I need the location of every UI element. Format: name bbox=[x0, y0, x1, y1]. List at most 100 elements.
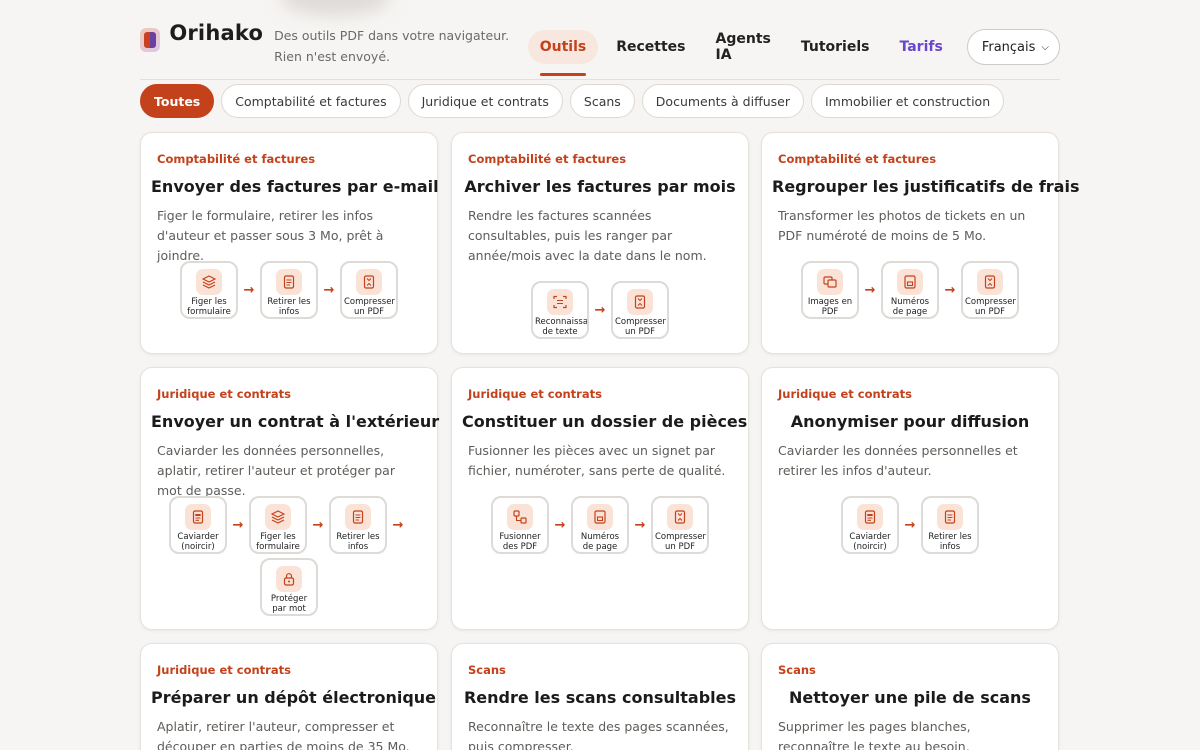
recipe-card[interactable]: Juridique et contrats Envoyer un contrat … bbox=[140, 367, 440, 630]
card-description: Transformer les photos de tickets en un … bbox=[778, 208, 1026, 243]
language-value: Français bbox=[981, 39, 1036, 55]
main-nav: Outils Recettes Agents IA Tutoriels Tari… bbox=[527, 22, 1060, 76]
tool-step-label: Compresser un PDF bbox=[965, 297, 1016, 317]
recipe-card[interactable]: Scans Nettoyer une pile de scans Supprimer… bbox=[761, 643, 1059, 750]
tool-step-label: Compresser un PDF bbox=[344, 297, 395, 317]
page-number-icon bbox=[897, 269, 923, 295]
chevron-down-icon: ⌵ bbox=[1041, 41, 1049, 53]
nav-agents-ia[interactable]: Agents IA bbox=[704, 22, 783, 72]
tool-step[interactable]: Retirer les infos bbox=[921, 496, 979, 554]
filter-chip-immobilier[interactable]: Immobilier et construction bbox=[810, 84, 1005, 118]
card-description: Caviarder les données personnelles, apla… bbox=[157, 443, 395, 498]
tool-step[interactable]: Compresser un PDF bbox=[611, 281, 669, 339]
tool-step[interactable]: Protéger par mot bbox=[260, 558, 318, 616]
card-title: Nettoyer une pile de scans bbox=[789, 688, 1031, 707]
filter-chip-comptabilite[interactable]: Comptabilité et factures bbox=[221, 84, 401, 118]
tool-step[interactable]: Retirer les infos bbox=[329, 496, 387, 554]
arrow-right-icon: → bbox=[323, 282, 335, 298]
arrow-right-icon: → bbox=[392, 517, 404, 533]
nav-outils[interactable]: Outils bbox=[527, 30, 599, 76]
tool-step[interactable]: Reconnaissance de texte bbox=[531, 281, 589, 339]
language-select[interactable]: Français ⌵ bbox=[966, 29, 1060, 65]
arrow-right-icon: → bbox=[944, 282, 956, 298]
card-title: Envoyer un contrat à l'extérieur bbox=[151, 412, 440, 431]
tool-flow: Images en PDF → Numéros de page → Compresser… bbox=[776, 261, 1044, 319]
tool-step-label: Compresser un PDF bbox=[655, 532, 706, 552]
card-title: Préparer un dépôt électronique bbox=[151, 688, 437, 707]
redact-icon bbox=[185, 504, 211, 530]
card-category: Comptabilité et factures bbox=[157, 152, 316, 166]
recipe-card[interactable]: Scans Rendre les scans consultables Reconn… bbox=[451, 643, 749, 750]
tool-step[interactable]: Fusionner des PDF bbox=[491, 496, 549, 554]
card-category: Juridique et contrats bbox=[778, 387, 912, 401]
card-title: Envoyer des factures par e-mail bbox=[151, 177, 439, 196]
card-title: Constituer un dossier de pièces bbox=[462, 412, 748, 431]
tool-flow: Fusionner des PDF → Numéros de page → Compre… bbox=[466, 496, 734, 554]
tool-step[interactable]: Compresser un PDF bbox=[961, 261, 1019, 319]
tool-step-label: Numéros de page bbox=[580, 532, 620, 552]
header-divider bbox=[140, 79, 1060, 80]
card-description: Fusionner les pièces avec un signet par … bbox=[468, 443, 726, 478]
tool-step-label: Caviarder (noircir) bbox=[177, 532, 219, 552]
document-icon bbox=[937, 504, 963, 530]
recipe-card[interactable]: Juridique et contrats Préparer un dépôt é… bbox=[140, 643, 438, 750]
tool-step-label: Reconnaissance de texte bbox=[535, 317, 589, 337]
tool-step[interactable]: Caviarder (noircir) bbox=[841, 496, 899, 554]
tool-step[interactable]: Numéros de page bbox=[881, 261, 939, 319]
recipe-card[interactable]: Juridique et contrats Constituer un dossi… bbox=[451, 367, 749, 630]
recipe-card[interactable]: Comptabilité et factures Archiver les fac… bbox=[451, 132, 749, 354]
tool-step[interactable]: Caviarder (noircir) bbox=[169, 496, 227, 554]
tool-flow: Reconnaissance de texte → Compresser un PD… bbox=[466, 281, 734, 339]
nav-tarifs[interactable]: Tarifs bbox=[887, 30, 954, 64]
site-header: Orihako Des outils PDF dans votre naviga… bbox=[140, 18, 1060, 80]
arrow-right-icon: → bbox=[554, 517, 566, 533]
tool-flow: Figer les formulaire → Retirer les infos → C… bbox=[155, 261, 423, 319]
layers-icon bbox=[196, 269, 222, 295]
tool-step[interactable]: Compresser un PDF bbox=[340, 261, 398, 319]
tool-step[interactable]: Retirer les infos bbox=[260, 261, 318, 319]
arrow-right-icon: → bbox=[312, 517, 324, 533]
tool-step-label: Retirer les infos bbox=[336, 532, 380, 552]
tool-flow: Caviarder (noircir) → Retirer les infos bbox=[776, 496, 1044, 554]
tool-flow: Caviarder (noircir) → Figer les formulaire… bbox=[155, 496, 423, 616]
filter-chip-toutes[interactable]: Toutes bbox=[140, 84, 215, 118]
layers-icon bbox=[265, 504, 291, 530]
redact-icon bbox=[857, 504, 883, 530]
tool-step[interactable]: Compresser un PDF bbox=[651, 496, 709, 554]
nav-tutoriels[interactable]: Tutoriels bbox=[789, 30, 882, 64]
tool-step[interactable]: Figer les formulaire bbox=[180, 261, 238, 319]
document-icon bbox=[276, 269, 302, 295]
brand-name[interactable]: Orihako bbox=[169, 21, 263, 45]
card-category: Scans bbox=[468, 663, 506, 677]
filter-chip-scans[interactable]: Scans bbox=[569, 84, 635, 118]
card-category: Juridique et contrats bbox=[157, 387, 291, 401]
tool-step-label: Retirer les infos bbox=[267, 297, 311, 317]
tool-step[interactable]: Numéros de page bbox=[571, 496, 629, 554]
recipe-card[interactable]: Comptabilité et factures Regrouper les ju… bbox=[761, 132, 1080, 354]
card-category: Comptabilité et factures bbox=[468, 152, 627, 166]
arrow-right-icon: → bbox=[232, 517, 244, 533]
arrow-right-icon: → bbox=[904, 517, 916, 533]
card-description: Aplatir, retirer l'auteur, compresser et… bbox=[157, 719, 410, 750]
tool-step[interactable]: Images en PDF bbox=[801, 261, 859, 319]
nav-recettes[interactable]: Recettes bbox=[604, 30, 697, 64]
recipe-card[interactable]: Juridique et contrats Anonymiser pour dif… bbox=[761, 367, 1059, 630]
card-description: Supprimer les pages blanches, reconnaîtr… bbox=[778, 719, 971, 750]
tagline: Des outils PDF dans votre navigateur. Ri… bbox=[274, 28, 510, 64]
card-description: Caviarder les données personnelles et re… bbox=[778, 443, 1018, 478]
filter-chip-juridique[interactable]: Juridique et contrats bbox=[407, 84, 563, 118]
logo-icon[interactable] bbox=[140, 28, 161, 52]
tool-step-label: Figer les formulaire bbox=[187, 297, 231, 317]
document-icon bbox=[345, 504, 371, 530]
page-number-icon bbox=[587, 504, 613, 530]
recipe-card[interactable]: Comptabilité et factures Envoyer des fact… bbox=[140, 132, 439, 354]
background-blur bbox=[280, 0, 390, 16]
compress-icon bbox=[356, 269, 382, 295]
tool-step-label: Compresser un PDF bbox=[615, 317, 666, 337]
filter-chip-documents[interactable]: Documents à diffuser bbox=[641, 84, 804, 118]
images-icon bbox=[817, 269, 843, 295]
card-title: Anonymiser pour diffusion bbox=[790, 412, 1030, 431]
tool-step[interactable]: Figer les formulaire bbox=[249, 496, 307, 554]
card-title: Regrouper les justificatifs de frais bbox=[772, 177, 1080, 196]
card-description: Reconnaître le texte des pages scannées,… bbox=[468, 719, 729, 750]
